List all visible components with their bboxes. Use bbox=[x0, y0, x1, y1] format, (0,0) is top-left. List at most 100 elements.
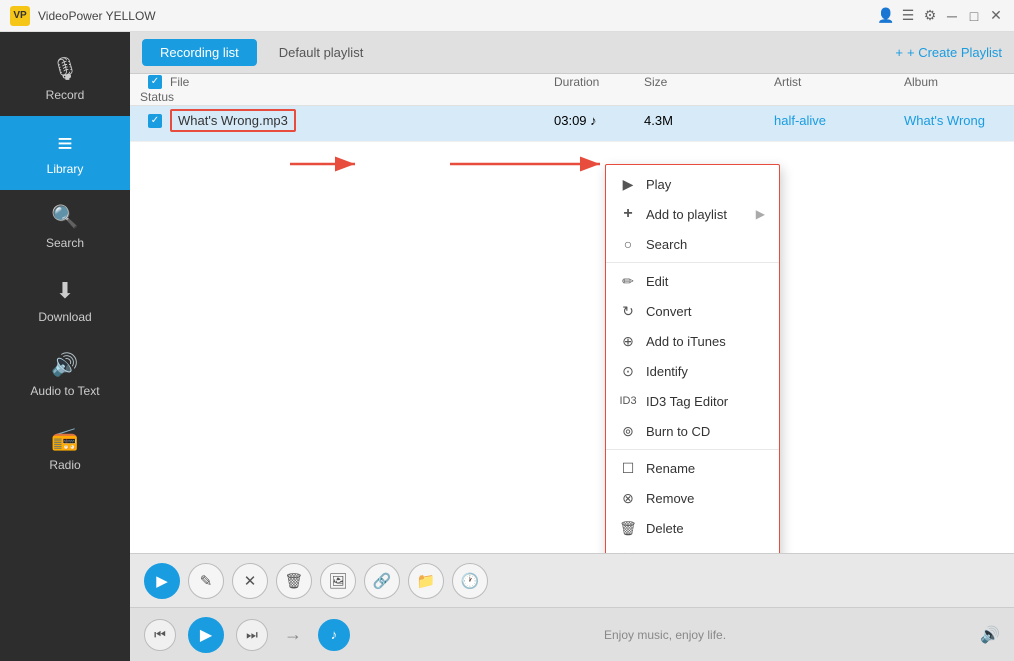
edit-menu-icon: ✏ bbox=[620, 273, 636, 289]
menu-divider-2 bbox=[606, 449, 779, 450]
header-duration: Duration bbox=[554, 75, 644, 89]
row-duration: 03:09 ♪ bbox=[554, 113, 644, 128]
itunes-menu-icon: ⊕ bbox=[620, 333, 636, 349]
sidebar-item-library[interactable]: ≡ Library bbox=[0, 116, 130, 190]
row-album: What's Wrong bbox=[904, 113, 1004, 128]
filename-box: What's Wrong.mp3 bbox=[170, 109, 296, 132]
sidebar-item-record[interactable]: 🎙 Record bbox=[0, 42, 130, 116]
player-status-text: Enjoy music, enjoy life. bbox=[604, 628, 726, 642]
minimize-btn[interactable]: ─ bbox=[944, 8, 960, 24]
player-music-btn[interactable]: ♪ bbox=[318, 619, 350, 651]
header-file: File bbox=[170, 75, 414, 89]
toolbar-delete-btn[interactable]: 🗑 bbox=[276, 563, 312, 599]
toolbar-edit-btn[interactable]: ✎ bbox=[188, 563, 224, 599]
menu-item-rename[interactable]: ☐ Rename bbox=[606, 453, 779, 483]
menu-item-burn-to-cd[interactable]: ⊚ Burn to CD bbox=[606, 416, 779, 446]
toolbar-remove-btn[interactable]: ✕ bbox=[232, 563, 268, 599]
content-area: Recording list Default playlist + + Crea… bbox=[130, 32, 1014, 661]
menu-label-edit: Edit bbox=[646, 274, 765, 289]
select-all-checkbox[interactable]: ✓ bbox=[148, 75, 162, 89]
menu-icon-btn[interactable]: ☰ bbox=[900, 8, 916, 24]
row-checkbox-cell: ✓ bbox=[140, 114, 170, 128]
titlebar: VP VideoPower YELLOW 👤 ☰ ⚙ ─ □ ✕ bbox=[0, 0, 1014, 32]
row-checkbox[interactable]: ✓ bbox=[148, 114, 162, 128]
menu-label-burn-to-cd: Burn to CD bbox=[646, 424, 765, 439]
library-icon: ≡ bbox=[57, 130, 72, 156]
create-playlist-button[interactable]: + + Create Playlist bbox=[895, 45, 1002, 60]
header-status: Status bbox=[140, 90, 170, 104]
identify-menu-icon: ⊙ bbox=[620, 363, 636, 379]
toolbar-history-btn[interactable]: 🕐 bbox=[452, 563, 488, 599]
header-checkbox-cell: ✓ bbox=[140, 75, 170, 89]
player-play-btn[interactable]: ▶ bbox=[188, 617, 224, 653]
menu-item-search[interactable]: ○ Search bbox=[606, 229, 779, 259]
app-body: 🎙 Record ≡ Library 🔍 Search ⬇ Download 🔊… bbox=[0, 32, 1014, 661]
menu-item-open-folder[interactable]: 📁 Open folder bbox=[606, 543, 779, 553]
table-header: ✓ File Duration Size Artist Album Status bbox=[130, 74, 1014, 106]
menu-label-rename: Rename bbox=[646, 461, 765, 476]
settings-icon-btn[interactable]: ⚙ bbox=[922, 8, 938, 24]
sidebar-item-radio[interactable]: 📻 Radio bbox=[0, 412, 130, 486]
menu-item-id3-tag[interactable]: ID3 ID3 Tag Editor bbox=[606, 386, 779, 416]
sidebar-item-audio-to-text[interactable]: 🔊 Audio to Text bbox=[0, 338, 130, 412]
create-playlist-icon: + bbox=[895, 45, 903, 60]
submenu-arrow-icon: ▶ bbox=[756, 207, 765, 221]
download-icon: ⬇ bbox=[56, 278, 74, 304]
search-menu-icon: ○ bbox=[620, 236, 636, 252]
sidebar-label-record: Record bbox=[46, 88, 85, 102]
sidebar: 🎙 Record ≡ Library 🔍 Search ⬇ Download 🔊… bbox=[0, 32, 130, 661]
menu-label-play: Play bbox=[646, 177, 765, 192]
filename-cell: What's Wrong.mp3 bbox=[170, 109, 414, 132]
menu-item-add-to-itunes[interactable]: ⊕ Add to iTunes bbox=[606, 326, 779, 356]
bottom-toolbar: ▶ ✎ ✕ 🗑 🖼 🔗 📁 🕐 bbox=[130, 553, 1014, 607]
convert-menu-icon: ↻ bbox=[620, 303, 636, 319]
menu-label-add-to-itunes: Add to iTunes bbox=[646, 334, 765, 349]
menu-item-remove[interactable]: ⊗ Remove bbox=[606, 483, 779, 513]
menu-label-open-folder: Open folder bbox=[646, 551, 765, 554]
tab-recording-list[interactable]: Recording list bbox=[142, 39, 257, 66]
delete-menu-icon: 🗑 bbox=[620, 520, 636, 536]
window-controls: 👤 ☰ ⚙ ─ □ ✕ bbox=[878, 8, 1004, 24]
app-title: VideoPower YELLOW bbox=[38, 9, 878, 23]
player-next-btn[interactable]: ⏭ bbox=[236, 619, 268, 651]
menu-item-identify[interactable]: ⊙ Identify bbox=[606, 356, 779, 386]
maximize-btn[interactable]: □ bbox=[966, 8, 982, 24]
rename-menu-icon: ☐ bbox=[620, 460, 636, 476]
toolbar-folder-btn[interactable]: 📁 bbox=[408, 563, 444, 599]
toolbar-link-btn[interactable]: 🔗 bbox=[364, 563, 400, 599]
sidebar-label-download: Download bbox=[38, 310, 91, 324]
sidebar-item-download[interactable]: ⬇ Download bbox=[0, 264, 130, 338]
header-artist: Artist bbox=[774, 75, 904, 89]
table-area: ✓ File Duration Size Artist Album Status… bbox=[130, 74, 1014, 553]
row-artist: half-alive bbox=[774, 113, 904, 128]
toolbar-play-btn[interactable]: ▶ bbox=[144, 563, 180, 599]
tabbar: Recording list Default playlist + + Crea… bbox=[130, 32, 1014, 74]
toolbar-image-btn[interactable]: 🖼 bbox=[320, 563, 356, 599]
sidebar-item-search[interactable]: 🔍 Search bbox=[0, 190, 130, 264]
search-icon: 🔍 bbox=[51, 204, 78, 230]
menu-label-convert: Convert bbox=[646, 304, 765, 319]
player-prev-btn[interactable]: ⏮ bbox=[144, 619, 176, 651]
menu-item-convert[interactable]: ↻ Convert bbox=[606, 296, 779, 326]
menu-item-add-to-playlist[interactable]: + Add to playlist ▶ bbox=[606, 199, 779, 229]
remove-menu-icon: ⊗ bbox=[620, 490, 636, 506]
record-icon: 🎙 bbox=[51, 56, 79, 82]
sidebar-label-library: Library bbox=[47, 162, 84, 176]
user-icon-btn[interactable]: 👤 bbox=[878, 8, 894, 24]
tab-default-playlist[interactable]: Default playlist bbox=[261, 39, 382, 66]
player-bar: ⏮ ▶ ⏭ → ♪ Enjoy music, enjoy life. 🔊 bbox=[130, 607, 1014, 661]
menu-label-delete: Delete bbox=[646, 521, 765, 536]
table-row[interactable]: ✓ What's Wrong.mp3 03:09 ♪ 4.3M half-ali… bbox=[130, 106, 1014, 142]
menu-item-delete[interactable]: 🗑 Delete bbox=[606, 513, 779, 543]
header-size: Size bbox=[644, 75, 774, 89]
audio-to-text-icon: 🔊 bbox=[51, 352, 78, 378]
sidebar-label-audio-to-text: Audio to Text bbox=[30, 384, 99, 398]
create-playlist-label: + Create Playlist bbox=[907, 45, 1002, 60]
menu-item-edit[interactable]: ✏ Edit bbox=[606, 266, 779, 296]
volume-icon: 🔊 bbox=[980, 625, 1000, 645]
row-size: 4.3M bbox=[644, 113, 774, 128]
menu-label-id3-tag: ID3 Tag Editor bbox=[646, 394, 765, 409]
id3-menu-icon: ID3 bbox=[620, 393, 636, 409]
menu-item-play[interactable]: ▶ Play bbox=[606, 169, 779, 199]
close-btn[interactable]: ✕ bbox=[988, 8, 1004, 24]
